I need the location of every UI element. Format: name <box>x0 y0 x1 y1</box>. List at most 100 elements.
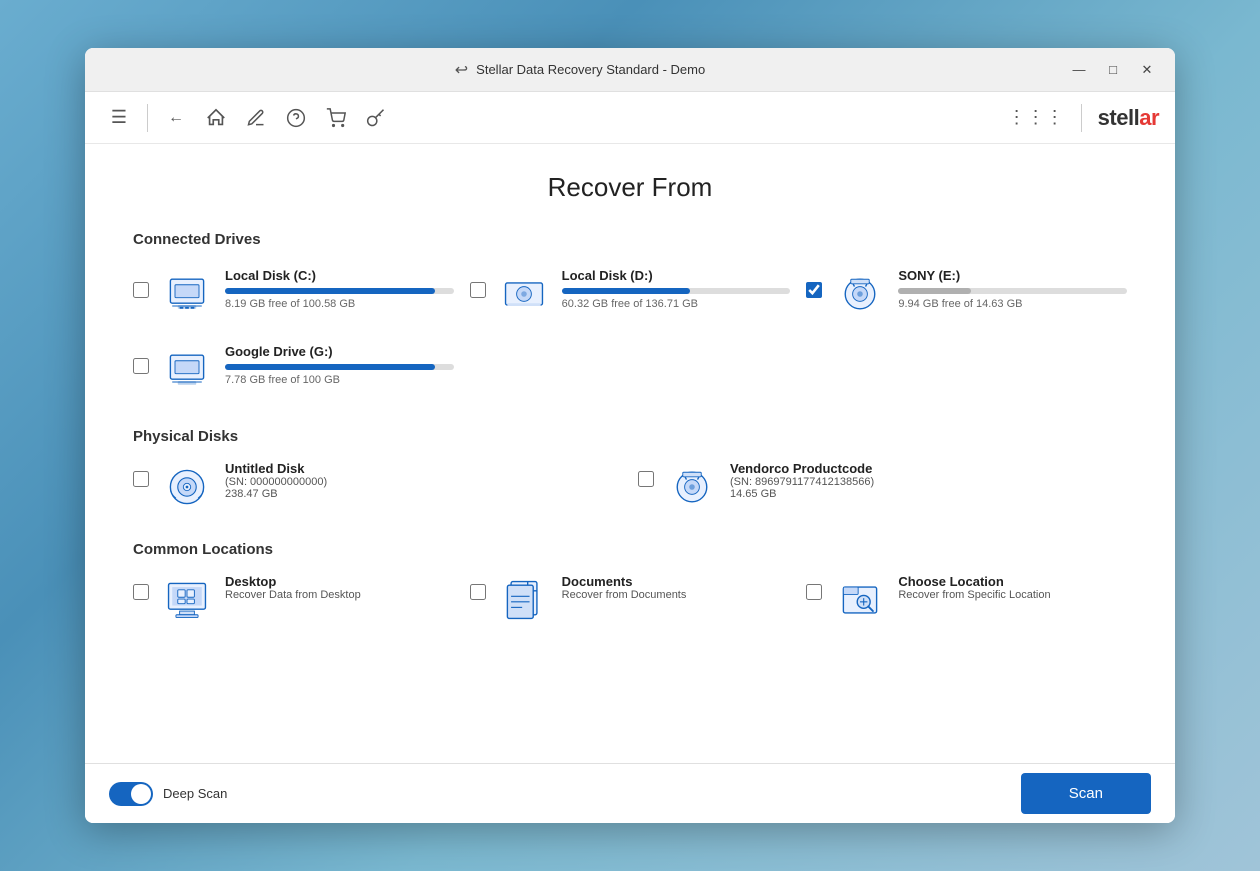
disk-card-1: Untitled Disk (SN: 000000000000) 238.47 … <box>133 461 622 513</box>
edit-button[interactable] <box>238 100 274 136</box>
back-icon: ← <box>168 109 184 127</box>
connected-drives-section: Connected Drives <box>133 231 1127 400</box>
disk-1-sn: (SN: 000000000000) <box>225 476 327 488</box>
location-documents-checkbox[interactable] <box>470 584 486 600</box>
disk-1-size: 238.47 GB <box>225 488 327 500</box>
deep-scan-label: Deep Scan <box>163 786 227 801</box>
documents-info: Documents Recover from Documents <box>562 574 687 601</box>
disk-1-info: Untitled Disk (SN: 000000000000) 238.47 … <box>225 461 327 500</box>
location-card-desktop: Desktop Recover Data from Desktop <box>133 574 454 626</box>
connected-drives-title: Connected Drives <box>133 231 1127 248</box>
drive-g-size: 7.78 GB free of 100 GB <box>225 374 454 386</box>
disk-2-name: Vendorco Productcode <box>730 461 874 476</box>
toolbar-divider-1 <box>147 104 148 132</box>
drive-d-name: Local Disk (D:) <box>562 268 791 283</box>
drive-g-name: Google Drive (G:) <box>225 344 454 359</box>
deep-scan-toggle-wrap: Deep Scan <box>109 782 227 806</box>
back-arrow-icon: ↩ <box>455 60 468 80</box>
apps-grid-icon: ⋮⋮⋮ <box>1008 107 1065 128</box>
drive-d-size: 60.32 GB free of 136.71 GB <box>562 298 791 310</box>
drive-d-checkbox[interactable] <box>470 282 486 298</box>
choose-location-icon <box>834 574 886 626</box>
toolbar: ☰ ← <box>85 92 1175 144</box>
drive-c-checkbox[interactable] <box>133 282 149 298</box>
disk-1-icon <box>161 461 213 513</box>
app-window: ↩ Stellar Data Recovery Standard - Demo … <box>85 48 1175 823</box>
drive-d-icon <box>498 268 550 320</box>
stellar-logo: stellar <box>1098 105 1159 131</box>
disks-grid: Untitled Disk (SN: 000000000000) 238.47 … <box>133 461 1127 513</box>
location-desktop-checkbox[interactable] <box>133 584 149 600</box>
drive-e-size: 9.94 GB free of 14.63 GB <box>898 298 1127 310</box>
key-button[interactable] <box>358 100 394 136</box>
maximize-button[interactable]: □ <box>1097 56 1129 84</box>
page-title: Recover From <box>133 172 1127 203</box>
home-button[interactable] <box>198 100 234 136</box>
desktop-icon <box>161 574 213 626</box>
minimize-button[interactable]: — <box>1063 56 1095 84</box>
disk-2-icon <box>666 461 718 513</box>
title-bar-controls: — □ ✕ <box>1063 56 1163 84</box>
disk-2-checkbox[interactable] <box>638 471 654 487</box>
drive-e-bar-bg <box>898 288 1127 294</box>
disk-2-info: Vendorco Productcode (SN: 89697911774121… <box>730 461 874 500</box>
drive-e-bar-fill <box>898 288 971 294</box>
disk-2-sn: (SN: 8969791177412138566) <box>730 476 874 488</box>
drive-g-icon <box>161 344 213 396</box>
drive-card-d: Local Disk (D:) 60.32 GB free of 136.71 … <box>470 264 791 324</box>
toolbar-divider-2 <box>1081 104 1082 132</box>
drive-e-icon <box>834 268 886 320</box>
help-icon <box>286 108 306 128</box>
toolbar-right: ⋮⋮⋮ stellar <box>1008 104 1159 132</box>
drive-card-e: SONY (E:) 9.94 GB free of 14.63 GB <box>806 264 1127 324</box>
drive-card-c: Local Disk (C:) 8.19 GB free of 100.58 G… <box>133 264 454 324</box>
choose-location-desc: Recover from Specific Location <box>898 589 1050 601</box>
title-bar: ↩ Stellar Data Recovery Standard - Demo … <box>85 48 1175 92</box>
location-choose-checkbox[interactable] <box>806 584 822 600</box>
common-locations-section: Common Locations <box>133 541 1127 626</box>
drive-g-bar-fill <box>225 364 435 370</box>
main-content: Recover From Connected Drives <box>85 144 1175 763</box>
drive-d-bar-bg <box>562 288 791 294</box>
drive-g-checkbox[interactable] <box>133 358 149 374</box>
drive-card-g: Google Drive (G:) 7.78 GB free of 100 GB <box>133 340 454 400</box>
edit-icon <box>246 108 266 128</box>
drives-grid: Local Disk (C:) 8.19 GB free of 100.58 G… <box>133 264 1127 400</box>
choose-location-name: Choose Location <box>898 574 1050 589</box>
desktop-info: Desktop Recover Data from Desktop <box>225 574 361 601</box>
drive-e-checkbox[interactable] <box>806 282 822 298</box>
help-button[interactable] <box>278 100 314 136</box>
disk-2-size: 14.65 GB <box>730 488 874 500</box>
back-button[interactable]: ← <box>158 100 194 136</box>
location-card-choose: Choose Location Recover from Specific Lo… <box>806 574 1127 626</box>
drive-g-bar-bg <box>225 364 454 370</box>
disk-card-2: Vendorco Productcode (SN: 89697911774121… <box>638 461 1127 513</box>
close-button[interactable]: ✕ <box>1131 56 1163 84</box>
disk-1-checkbox[interactable] <box>133 471 149 487</box>
drive-c-name: Local Disk (C:) <box>225 268 454 283</box>
drive-c-size: 8.19 GB free of 100.58 GB <box>225 298 454 310</box>
drive-g-info: Google Drive (G:) 7.78 GB free of 100 GB <box>225 344 454 386</box>
drive-c-icon <box>161 268 213 320</box>
home-icon <box>205 107 227 129</box>
drive-d-bar-fill <box>562 288 690 294</box>
location-card-documents: Documents Recover from Documents <box>470 574 791 626</box>
common-locations-title: Common Locations <box>133 541 1127 558</box>
physical-disks-title: Physical Disks <box>133 428 1127 445</box>
menu-button[interactable]: ☰ <box>101 100 137 136</box>
menu-icon: ☰ <box>111 107 127 128</box>
drive-e-info: SONY (E:) 9.94 GB free of 14.63 GB <box>898 268 1127 310</box>
cart-button[interactable] <box>318 100 354 136</box>
drive-d-info: Local Disk (D:) 60.32 GB free of 136.71 … <box>562 268 791 310</box>
disk-1-name: Untitled Disk <box>225 461 327 476</box>
documents-icon <box>498 574 550 626</box>
scan-button[interactable]: Scan <box>1021 773 1151 814</box>
locations-grid: Desktop Recover Data from Desktop <box>133 574 1127 626</box>
deep-scan-toggle[interactable] <box>109 782 153 806</box>
window-title: Stellar Data Recovery Standard - Demo <box>476 62 705 77</box>
drive-c-info: Local Disk (C:) 8.19 GB free of 100.58 G… <box>225 268 454 310</box>
title-bar-text: ↩ Stellar Data Recovery Standard - Demo <box>97 60 1063 80</box>
cart-icon <box>326 108 346 128</box>
drive-c-bar-bg <box>225 288 454 294</box>
desktop-desc: Recover Data from Desktop <box>225 589 361 601</box>
